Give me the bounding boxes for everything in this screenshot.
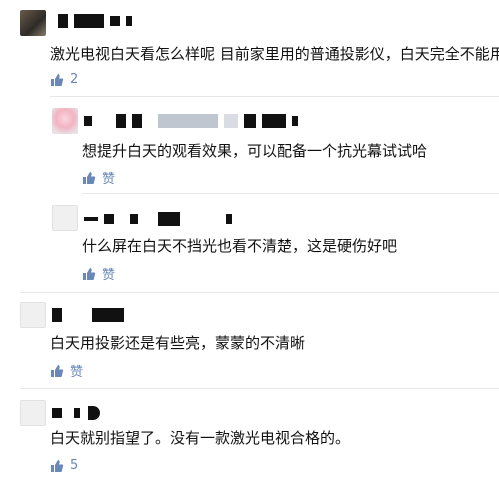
username-redacted[interactable] xyxy=(84,114,298,128)
comment-text: 什么屏在白天不挡光也看不清楚，这是硬伤好吧 xyxy=(82,237,398,255)
comment-thread: 激光电视白天看怎么样呢 目前家里用的普通投影仪，白天完全不能用 2 想提升白天的… xyxy=(0,0,499,489)
like-label: 赞 xyxy=(102,268,116,283)
like-count: 2 xyxy=(70,72,79,87)
like-label: 赞 xyxy=(70,365,84,380)
thumbs-up-icon xyxy=(50,364,64,378)
thumbs-up-icon xyxy=(50,459,64,473)
divider xyxy=(20,388,499,389)
comment-text: 激光电视白天看怎么样呢 目前家里用的普通投影仪，白天完全不能用 xyxy=(50,45,499,63)
comment-text: 白天就别指望了。没有一款激光电视合格的。 xyxy=(50,429,351,447)
thumbs-up-icon xyxy=(82,171,96,185)
username-redacted[interactable] xyxy=(52,406,100,420)
username-redacted[interactable] xyxy=(58,14,132,28)
avatar[interactable] xyxy=(52,205,78,231)
avatar[interactable] xyxy=(20,10,46,36)
divider xyxy=(20,292,499,293)
like-count: 5 xyxy=(70,458,79,473)
comment-text: 想提升白天的观看效果，可以配备一个抗光幕试试哈 xyxy=(82,142,428,160)
avatar[interactable] xyxy=(52,108,78,134)
comment-text: 白天用投影还是有些亮，蒙蒙的不清晰 xyxy=(50,334,306,352)
username-redacted[interactable] xyxy=(84,212,232,226)
like-button[interactable]: 赞 xyxy=(82,264,115,283)
like-button[interactable]: 5 xyxy=(50,458,78,473)
like-button[interactable]: 赞 xyxy=(82,168,115,187)
divider xyxy=(50,96,499,97)
like-button[interactable]: 赞 xyxy=(50,361,83,380)
avatar[interactable] xyxy=(20,400,46,426)
divider xyxy=(82,193,499,194)
like-label: 赞 xyxy=(102,172,116,187)
thumbs-up-icon xyxy=(50,73,64,87)
thumbs-up-icon xyxy=(82,267,96,281)
like-button[interactable]: 2 xyxy=(50,72,78,87)
username-redacted[interactable] xyxy=(52,308,124,322)
avatar[interactable] xyxy=(20,302,46,328)
